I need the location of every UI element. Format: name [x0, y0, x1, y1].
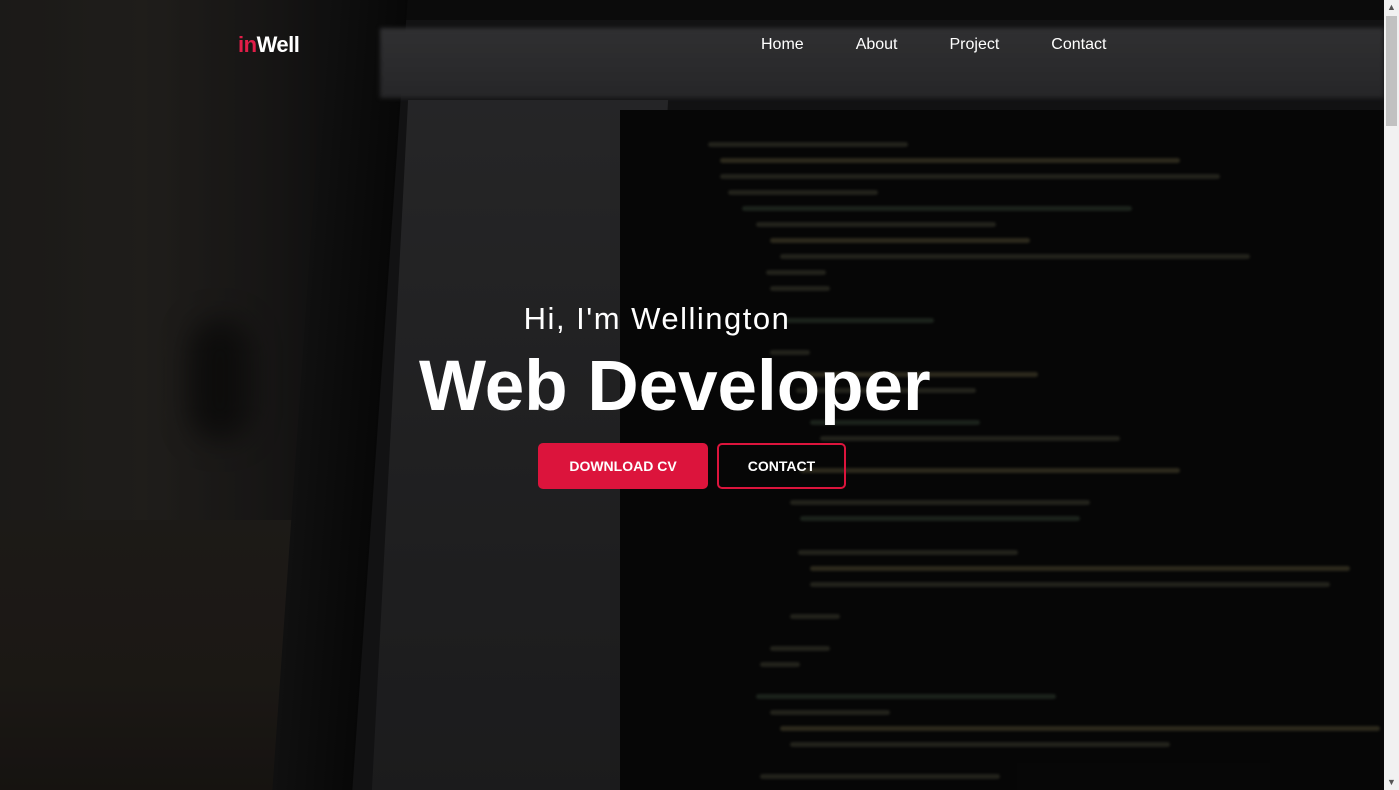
nav-link-contact[interactable]: Contact: [1051, 36, 1106, 54]
hero-section: inWell Home About Project Contact Hi, I'…: [0, 0, 1384, 790]
chevron-down-icon[interactable]: ▼: [1384, 775, 1399, 790]
page-scrollbar[interactable]: ▲ ▼: [1384, 0, 1399, 790]
main-navigation: Home About Project Contact: [761, 36, 1106, 54]
contact-button[interactable]: CONTACT: [717, 443, 846, 489]
nav-link-project[interactable]: Project: [950, 36, 1000, 54]
chevron-up-icon[interactable]: ▲: [1384, 0, 1399, 15]
nav-link-about[interactable]: About: [856, 36, 898, 54]
nav-link-home[interactable]: Home: [761, 36, 804, 54]
brand-logo-prefix: in: [238, 32, 257, 57]
hero-title: Web Developer: [419, 347, 931, 426]
download-cv-button[interactable]: DOWNLOAD CV: [538, 443, 708, 489]
hero-greeting: Hi, I'm Wellington: [523, 301, 791, 336]
hero-greeting-wrap: Hi, I'm Wellington: [0, 301, 1384, 337]
brand-logo-name: Well: [256, 32, 300, 57]
scrollbar-thumb[interactable]: [1386, 16, 1397, 126]
brand-logo[interactable]: inWell: [238, 32, 300, 58]
